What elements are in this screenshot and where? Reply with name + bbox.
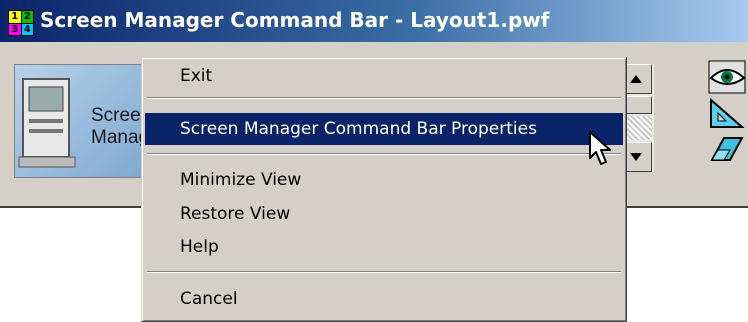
context-menu: Exit Screen Manager Command Bar Properti… [141, 57, 627, 322]
app-icon-digit-2: 2 [21, 11, 33, 23]
menu-item-minimize-view[interactable]: Minimize View [145, 164, 623, 196]
ruler-triangle-icon[interactable] [708, 96, 746, 130]
menu-separator [147, 271, 621, 273]
app-icon-digit-4: 4 [21, 23, 33, 35]
app-icon-digit-1: 1 [9, 11, 21, 23]
menu-separator [147, 153, 621, 155]
title-bar[interactable]: 1 2 3 4 Screen Manager Command Bar - Lay… [0, 0, 748, 42]
menu-item-cancel[interactable]: Cancel [145, 283, 623, 315]
app-icon-digit-3: 3 [9, 23, 21, 35]
eye-icon[interactable] [708, 60, 746, 94]
app-icon[interactable]: 1 2 3 4 [8, 10, 34, 36]
menu-item-help[interactable]: Help [145, 231, 623, 263]
menu-item-restore-view[interactable]: Restore View [145, 198, 623, 230]
scroll-up-arrow-icon [630, 75, 642, 83]
tool-icons [708, 60, 748, 170]
eraser-icon[interactable] [708, 132, 746, 166]
menu-item-exit[interactable]: Exit [145, 60, 623, 92]
window-title: Screen Manager Command Bar - Layout1.pwf [40, 8, 550, 32]
mouse-pointer-icon [589, 131, 611, 165]
menu-separator [147, 97, 621, 99]
menu-item-properties[interactable]: Screen Manager Command Bar Properties [145, 113, 623, 145]
scroll-down-arrow-icon [630, 153, 642, 161]
computer-icon [18, 78, 76, 168]
